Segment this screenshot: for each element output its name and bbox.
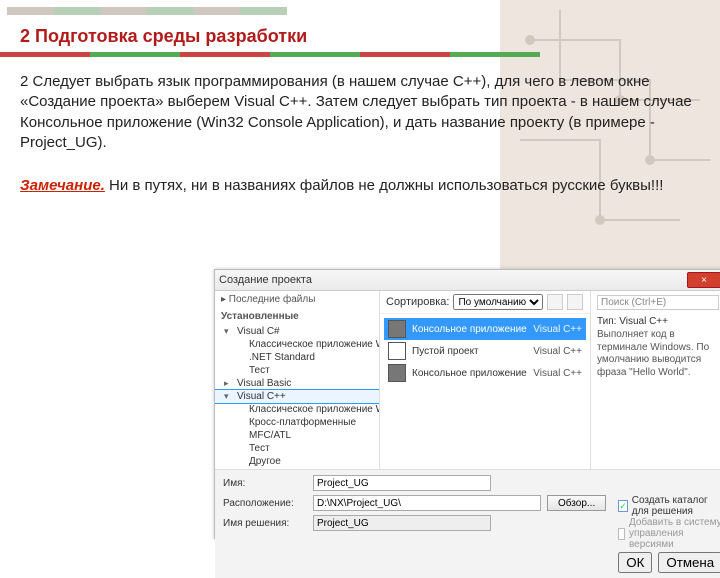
dialog-titlebar: Создание проекта × xyxy=(215,270,720,291)
body-paragraph: 2 Следует выбрать язык программирования … xyxy=(20,72,694,153)
tree-item[interactable]: Классическое приложение Wind… xyxy=(215,403,379,416)
installed-node[interactable]: Установленные xyxy=(215,308,379,325)
type-value: Visual C++ xyxy=(619,316,668,327)
type-label: Тип: xyxy=(597,316,616,327)
tree-item[interactable]: Тест xyxy=(215,364,379,377)
sort-select[interactable]: По умолчанию xyxy=(453,294,543,310)
tree-item-csharp[interactable]: Visual C# xyxy=(215,325,379,338)
dialog-title: Создание проекта xyxy=(219,274,312,286)
add-scm-checkbox[interactable]: Добавить в систему управления версиями xyxy=(618,517,720,550)
view-toggle-icon[interactable] xyxy=(547,294,563,310)
tree-item-vcpp[interactable]: Visual C++ xyxy=(215,390,379,403)
tree-item[interactable]: Другое xyxy=(215,455,379,468)
sort-label: Сортировка: xyxy=(386,296,449,308)
console-icon xyxy=(388,320,406,338)
empty-icon xyxy=(388,342,406,360)
solution-label: Имя решения: xyxy=(223,518,307,529)
tree-item[interactable]: .NET Standard xyxy=(215,351,379,364)
name-field[interactable] xyxy=(313,475,491,491)
browse-button[interactable]: Обзор... xyxy=(547,495,606,511)
template-row-console[interactable]: Консольное приложение Visual C++ xyxy=(384,318,586,340)
dialog-bottom: Имя: Расположение: Обзор... Имя решения:… xyxy=(215,469,720,578)
template-row-empty[interactable]: Пустой проект Visual C++ xyxy=(384,340,586,362)
template-row-console2[interactable]: Консольное приложение… Visual C++ xyxy=(384,362,586,384)
location-label: Расположение: xyxy=(223,498,307,509)
templates-tree: ▸ Последние файлы Установленные Visual C… xyxy=(215,291,380,469)
new-project-dialog: Создание проекта × ▸ Последние файлы Уст… xyxy=(214,269,720,539)
close-icon[interactable]: × xyxy=(687,272,720,288)
header-band xyxy=(7,7,287,15)
recent-node[interactable]: ▸ Последние файлы xyxy=(215,291,379,308)
template-description: Выполняет код в терминале Windows. По ум… xyxy=(597,329,719,379)
solution-field[interactable] xyxy=(313,515,491,531)
tree-item[interactable]: Классическое приложение Wind… xyxy=(215,338,379,351)
note-paragraph: Замечание. Ни в путях, ни в названиях фа… xyxy=(20,176,694,196)
details-pane: Поиск (Ctrl+E) Тип: Visual C++ Выполняет… xyxy=(591,291,720,469)
tree-item[interactable]: Кросс-платформенные xyxy=(215,416,379,429)
search-input[interactable]: Поиск (Ctrl+E) xyxy=(597,295,719,310)
tree-item[interactable]: Тест xyxy=(215,442,379,455)
location-field[interactable] xyxy=(313,495,541,511)
tree-item[interactable]: MFC/ATL xyxy=(215,429,379,442)
ok-button[interactable]: ОК xyxy=(618,552,652,573)
console-icon xyxy=(388,364,406,382)
tree-item-vb[interactable]: Visual Basic xyxy=(215,377,379,390)
create-dir-checkbox[interactable]: ✓Создать каталог для решения xyxy=(618,495,720,517)
note-text: Ни в путях, ни в названиях файлов не дол… xyxy=(105,177,664,194)
note-label: Замечание. xyxy=(20,177,105,194)
template-list-pane: Сортировка: По умолчанию Консольное прил… xyxy=(380,291,591,469)
cancel-button[interactable]: Отмена xyxy=(658,552,720,573)
view-toggle-icon[interactable] xyxy=(567,294,583,310)
page-title: 2 Подготовка среды разработки xyxy=(20,26,307,47)
title-underline xyxy=(0,52,540,57)
name-label: Имя: xyxy=(223,478,307,489)
